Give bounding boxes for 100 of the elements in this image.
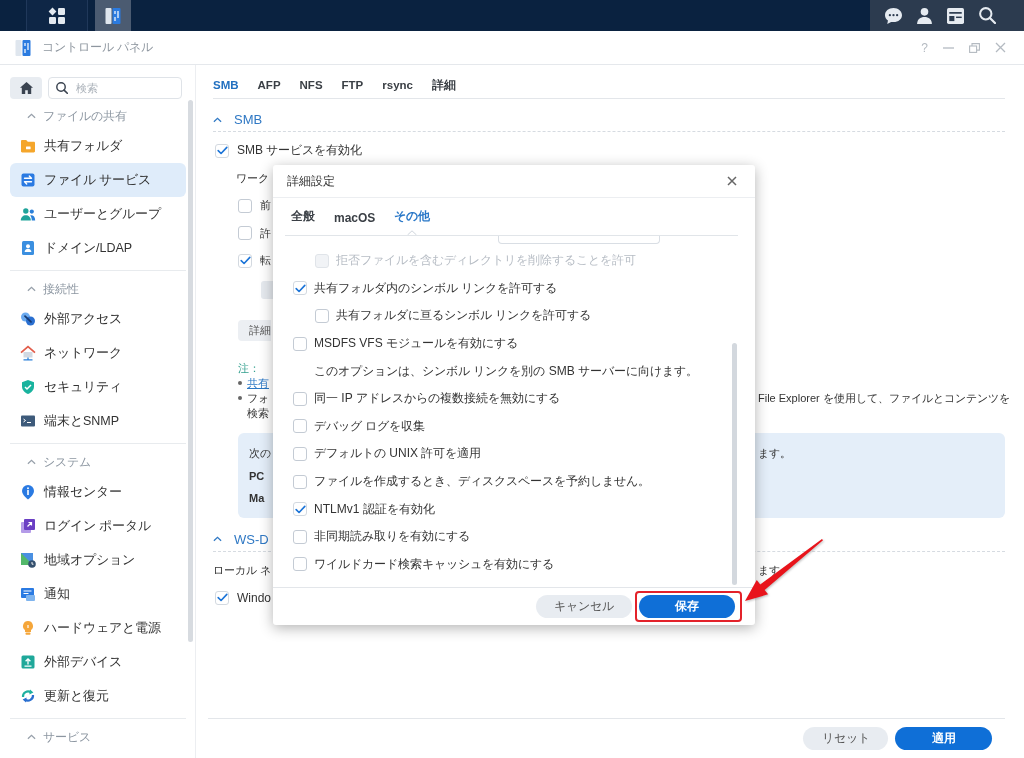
link[interactable]: 共有 (247, 375, 269, 391)
home-icon (19, 82, 33, 94)
sidebar-item[interactable]: ドメイン/LDAP (10, 231, 186, 265)
checkbox-label: NTLMv1 認証を有効化 (314, 500, 435, 518)
info-text: 次の (249, 446, 271, 461)
sidebar-item[interactable]: 更新と復元 (10, 679, 186, 713)
taskbar-button[interactable] (95, 0, 131, 31)
dialog-title: 詳細設定 (287, 172, 335, 190)
home-button[interactable] (10, 77, 42, 99)
input-field[interactable] (498, 236, 660, 244)
tab[interactable]: 全般 (291, 198, 315, 235)
folder-icon (20, 138, 36, 154)
description-text: File Explorer を使用して、ファイルとコンテンツを (758, 390, 1010, 406)
checkbox[interactable] (293, 474, 307, 489)
checkbox[interactable] (293, 336, 307, 351)
tab[interactable]: FTP (341, 75, 364, 95)
checkbox-label: デフォルトの UNIX 許可を適用 (314, 445, 482, 463)
checkbox[interactable] (293, 419, 307, 434)
sidebar-item[interactable]: ログイン ポータル (10, 509, 186, 543)
chat-icon[interactable] (885, 7, 902, 24)
sidebar-item[interactable]: ファイル サービス (10, 163, 186, 197)
sidebar-item[interactable]: 外部デバイス (10, 645, 186, 679)
tab[interactable]: その他 (394, 198, 431, 235)
label-text: ワーク (236, 170, 269, 186)
checkbox[interactable] (215, 143, 229, 158)
checkbox-label: 前 (260, 198, 271, 214)
hint-text: このオプションは、シンボル リンクを別の SMB サーバーに向けます。 (314, 362, 698, 380)
sidebar-item[interactable]: 通知 (10, 577, 186, 611)
checkbox-label: ワイルドカード検索キャッシュを有効にする (314, 555, 554, 573)
section-toggle[interactable]: WS-D (213, 529, 269, 549)
tab[interactable]: macOS (334, 198, 376, 235)
tab[interactable]: 詳細 (432, 75, 456, 95)
checkbox[interactable] (293, 502, 307, 517)
taskbar-button[interactable] (26, 0, 88, 31)
window-arrow-icon (20, 518, 36, 534)
info-label: PC (249, 469, 265, 482)
bullet-icon (238, 381, 242, 385)
checkbox[interactable] (238, 253, 252, 268)
input-field[interactable] (261, 280, 273, 299)
caret-icon (407, 230, 418, 235)
grid-icon (48, 6, 66, 25)
bulb-icon (20, 620, 36, 636)
sidebar-item[interactable]: 地域オプション (10, 543, 186, 577)
tab[interactable]: AFP (257, 75, 281, 95)
checkbox-label: 共有フォルダに亘るシンボル リンクを許可する (336, 307, 592, 325)
search-field[interactable]: 検索 (48, 77, 182, 99)
checkbox[interactable] (293, 391, 307, 406)
save-button[interactable]: 保存 (639, 595, 735, 618)
scrollbar[interactable] (188, 100, 193, 642)
checkbox[interactable] (238, 226, 252, 241)
tab[interactable]: SMB (213, 75, 239, 95)
apply-button[interactable]: 適用 (895, 727, 992, 750)
sidebar-item[interactable]: 端末とSNMP (10, 404, 186, 438)
tab[interactable]: rsync (382, 75, 413, 95)
checkbox[interactable] (315, 309, 329, 323)
checkbox-label: 非同期読み取りを有効にする (314, 528, 470, 546)
restore-icon[interactable] (969, 42, 980, 53)
sidebar-item[interactable]: ネットワーク (10, 336, 186, 370)
checkbox[interactable] (293, 281, 307, 296)
sidebar-item[interactable]: セキュリティ (10, 370, 186, 404)
sidebar-item[interactable]: 外部アクセス (10, 302, 186, 336)
people-icon (20, 206, 36, 222)
scrollbar[interactable] (732, 343, 737, 585)
search-icon[interactable] (979, 7, 996, 24)
checkbox-label: 同一 IP アドレスからの複数接続を無効にする (314, 390, 560, 408)
section-toggle[interactable]: SMB (213, 109, 263, 130)
details-button[interactable]: 詳細 (238, 319, 271, 341)
bullet-text: 検索 (247, 406, 269, 419)
tab[interactable]: NFS (299, 75, 323, 95)
sidebar-item[interactable]: 共有フォルダ (10, 129, 186, 163)
map-pin-icon (20, 484, 36, 500)
cancel-button[interactable]: キャンセル (536, 595, 632, 618)
terminal-icon (20, 413, 36, 429)
checkbox[interactable] (293, 557, 307, 572)
sidebar-item[interactable]: 情報センター (10, 475, 186, 509)
widget-icon[interactable] (947, 7, 964, 24)
minimize-icon[interactable] (943, 46, 954, 49)
label-text: ローカル ネ (213, 562, 272, 578)
reset-button[interactable]: リセット (803, 727, 888, 750)
panel-icon (105, 6, 121, 25)
user-icon[interactable] (917, 7, 932, 24)
sidebar-item[interactable]: ハードウェアと電源 (10, 611, 186, 645)
map-clock-icon (20, 552, 36, 568)
close-icon[interactable] (727, 176, 737, 186)
swap-arrows-icon (20, 172, 36, 188)
checkbox[interactable] (215, 590, 229, 605)
checkbox[interactable] (293, 529, 307, 544)
description-text: ます。 (758, 446, 791, 461)
checkbox-label: MSDFS VFS モジュールを有効にする (314, 335, 518, 353)
upload-icon (20, 654, 36, 670)
bullet-icon (238, 396, 242, 400)
shield-icon (20, 379, 36, 395)
panel-icon (15, 38, 31, 57)
checkbox-label: 共有フォルダ内のシンボル リンクを許可する (314, 279, 558, 297)
checkbox[interactable] (238, 198, 252, 213)
house-icon (20, 345, 36, 361)
checkbox-label: SMB サービスを有効化 (237, 142, 363, 160)
sidebar-item[interactable]: ユーザーとグループ (10, 197, 186, 231)
checkbox[interactable] (293, 446, 307, 461)
description-text: ます (758, 562, 780, 578)
